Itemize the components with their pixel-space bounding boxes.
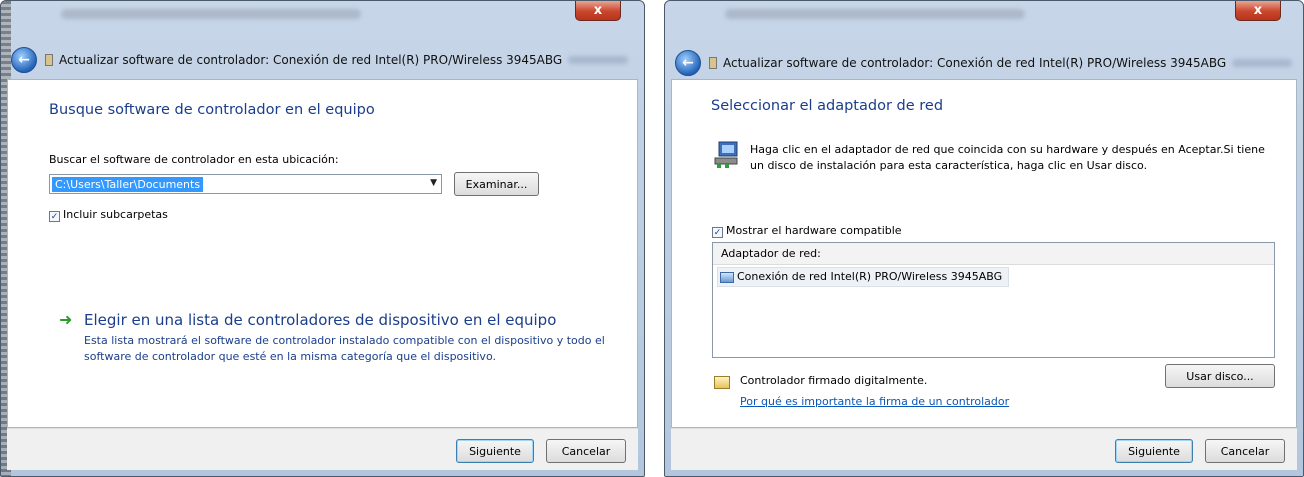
network-adapter-icon: [714, 141, 738, 168]
signed-driver-icon: [714, 376, 730, 389]
dropdown-arrow-icon[interactable]: ▼: [430, 178, 437, 188]
path-combobox[interactable]: C:\Users\Taller\Documents ▼: [49, 174, 442, 194]
signed-driver-text: Controlador firmado digitalmente.: [740, 374, 928, 387]
show-compatible-checkbox[interactable]: ✓: [712, 227, 723, 238]
content-panel: Busque software de controlador en el equ…: [7, 79, 638, 428]
adapter-list-header: Adaptador de red:: [713, 243, 1274, 265]
search-location-label: Buscar el software de controlador en est…: [49, 153, 339, 166]
page-title: Busque software de controlador en el equ…: [49, 102, 375, 118]
content-panel: Seleccionar el adaptador de red Haga cli…: [671, 79, 1297, 428]
button-bar: Siguiente Cancelar: [7, 428, 638, 470]
cancel-button[interactable]: Cancelar: [546, 439, 626, 463]
close-button[interactable]: x: [575, 1, 621, 21]
device-icon: [45, 54, 53, 66]
instructions-text: Haga clic en el adaptador de red que coi…: [750, 143, 1265, 172]
driver-update-dialog-select-adapter: x ← Actualizar software de controlador: …: [664, 0, 1304, 477]
adapter-list[interactable]: Adaptador de red: Conexión de red Intel(…: [712, 242, 1275, 358]
choose-from-list-description: Esta lista mostrará el software de contr…: [84, 334, 605, 363]
blurred-title-end: [568, 56, 629, 64]
why-signing-link[interactable]: Por qué es importante la firma de un con…: [740, 395, 1009, 408]
close-icon: x: [1253, 3, 1263, 18]
show-compatible[interactable]: ✓ Mostrar el hardware compatible: [712, 224, 902, 238]
next-button[interactable]: Siguiente: [1115, 439, 1193, 463]
show-compatible-label: Mostrar el hardware compatible: [726, 224, 902, 237]
cancel-button[interactable]: Cancelar: [1205, 439, 1285, 463]
device-icon: [709, 57, 717, 69]
page-title: Seleccionar el adaptador de red: [711, 98, 944, 114]
have-disk-button[interactable]: Usar disco...: [1165, 364, 1275, 388]
include-subfolders-label: Incluir subcarpetas: [63, 208, 168, 221]
blurred-title-end: [1232, 59, 1293, 67]
window-title: Actualizar software de controlador: Cone…: [59, 53, 563, 67]
green-arrow-icon[interactable]: ➜: [59, 310, 72, 329]
blurred-title: [61, 9, 361, 19]
button-bar: Siguiente Cancelar: [671, 428, 1297, 470]
blurred-title: [725, 9, 1025, 19]
browse-button[interactable]: Examinar...: [454, 172, 539, 196]
next-button[interactable]: Siguiente: [456, 439, 534, 463]
driver-update-dialog-browse: x ← Actualizar software de controlador: …: [0, 0, 645, 477]
path-input[interactable]: C:\Users\Taller\Documents: [52, 177, 204, 192]
title-bar: x: [665, 1, 1303, 29]
close-icon: x: [593, 3, 603, 18]
close-button[interactable]: x: [1235, 1, 1281, 21]
back-arrow-icon[interactable]: ←: [11, 47, 37, 73]
choose-from-list-link[interactable]: Elegir en una lista de controladores de …: [84, 311, 556, 329]
list-item[interactable]: Conexión de red Intel(R) PRO/Wireless 39…: [717, 267, 1010, 287]
include-subfolders-checkbox[interactable]: ✓: [49, 211, 60, 222]
window-title: Actualizar software de controlador: Cone…: [723, 56, 1227, 70]
include-subfolders[interactable]: ✓ Incluir subcarpetas: [49, 208, 168, 222]
nav-bar: ← Actualizar software de controlador: Co…: [675, 46, 1297, 80]
list-item-label: Conexión de red Intel(R) PRO/Wireless 39…: [737, 270, 1003, 283]
nav-bar: ← Actualizar software de controlador: Co…: [11, 43, 638, 77]
title-bar: x: [1, 1, 644, 29]
network-adapter-icon: [720, 271, 734, 283]
back-arrow-icon[interactable]: ←: [675, 50, 701, 76]
